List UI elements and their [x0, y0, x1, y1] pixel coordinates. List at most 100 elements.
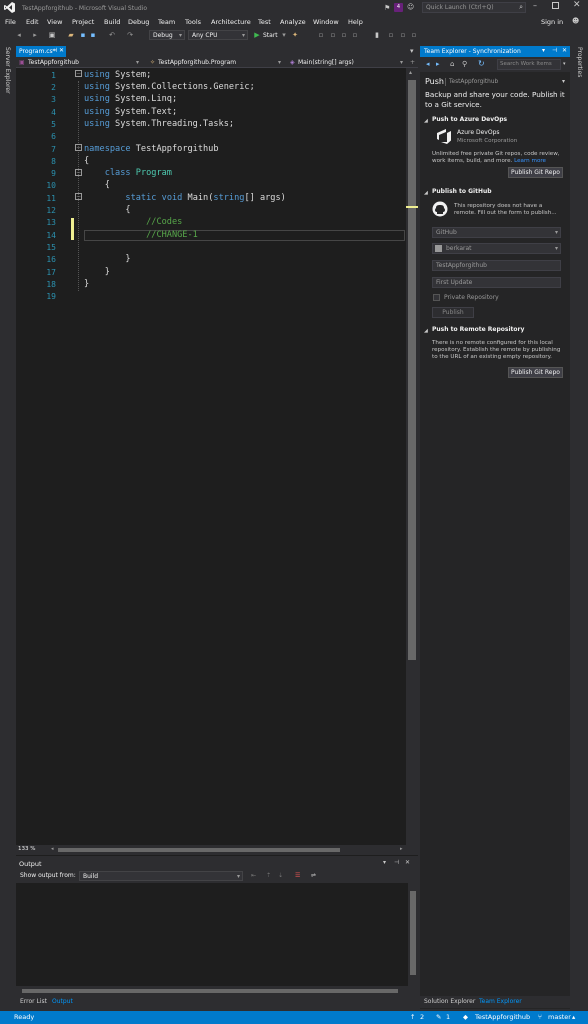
menu-window[interactable]: Window	[313, 18, 339, 26]
expand-section-icon[interactable]: ◢	[424, 328, 428, 334]
github-user-dropdown[interactable]: berkarat ▾	[432, 243, 561, 254]
undo-icon[interactable]: ↶	[108, 31, 116, 39]
minimize-button[interactable]: –	[533, 1, 537, 10]
platform-dropdown[interactable]: Any CPU ▾	[188, 30, 248, 40]
maximize-button[interactable]	[552, 2, 559, 9]
refresh-icon[interactable]: ↻	[478, 59, 485, 68]
panel-dropdown-icon[interactable]: ▾	[542, 47, 545, 54]
bookmark-icon[interactable]: ▮	[373, 31, 381, 39]
word-wrap-icon[interactable]: ⇌	[311, 872, 316, 879]
prev-message-icon[interactable]: ⇡	[266, 872, 271, 879]
toolbar-icon-1[interactable]: ▫	[317, 31, 325, 39]
menu-test[interactable]: Test	[258, 18, 271, 26]
back-icon[interactable]: ◂	[426, 60, 430, 68]
user-icon[interactable]: ☻	[572, 17, 579, 25]
close-panel-icon[interactable]: ✕	[562, 47, 567, 54]
tab-solution-explorer[interactable]: Solution Explorer	[424, 998, 475, 1005]
toolbar-icon-2[interactable]: ▫	[329, 31, 337, 39]
push-arrow-icon[interactable]: ↑	[410, 1013, 415, 1021]
menu-team[interactable]: Team	[158, 18, 175, 26]
collapse-icon[interactable]: −	[75, 193, 82, 200]
changes-count[interactable]: 1	[446, 1013, 450, 1021]
menu-debug[interactable]: Debug	[128, 18, 149, 26]
save-icon[interactable]: ▪	[79, 31, 87, 39]
expand-section-icon[interactable]: ◢	[424, 190, 428, 196]
repo-icon[interactable]: ◆	[463, 1013, 468, 1021]
notification-badge[interactable]: 4	[394, 3, 403, 12]
collapse-icon[interactable]: −	[75, 70, 82, 77]
output-vertical-scrollbar[interactable]	[408, 883, 418, 986]
description-field[interactable]: First Update	[432, 277, 561, 288]
output-source-dropdown[interactable]: Build ▾	[79, 871, 243, 881]
browser-link-icon[interactable]: ✦	[291, 31, 299, 39]
pencil-icon[interactable]: ✎	[436, 1013, 441, 1021]
toolbar-icon-6[interactable]: ▫	[399, 31, 407, 39]
menu-project[interactable]: Project	[72, 18, 94, 26]
close-tab-icon[interactable]: ✕	[59, 47, 64, 54]
open-file-icon[interactable]: ▰	[67, 31, 75, 39]
collapse-icon[interactable]: −	[75, 169, 82, 176]
pin-icon[interactable]: ⊣	[394, 859, 399, 866]
quick-launch-input[interactable]: Quick Launch (Ctrl+Q) ⌕	[422, 2, 526, 13]
collapse-icon[interactable]: −	[75, 144, 82, 151]
forward-icon[interactable]: ▸	[31, 31, 39, 39]
menu-file[interactable]: File	[5, 18, 16, 26]
editor-vertical-scrollbar[interactable]	[406, 68, 418, 846]
pin-icon[interactable]: ⊣	[552, 47, 557, 54]
scrollbar-thumb[interactable]	[22, 989, 398, 993]
menu-tools[interactable]: Tools	[185, 18, 201, 26]
clear-all-icon[interactable]: ☰	[295, 872, 300, 879]
menu-build[interactable]: Build	[104, 18, 120, 26]
branch-dropdown-icon[interactable]: ▴	[572, 1013, 575, 1021]
github-publish-button[interactable]: Publish	[432, 307, 474, 318]
remote-publish-button[interactable]: Publish Git Repo	[508, 367, 563, 378]
scrollbar-thumb[interactable]	[408, 80, 416, 660]
zoom-level-dropdown[interactable]: 133 %	[18, 846, 46, 854]
azure-publish-button[interactable]: Publish Git Repo	[508, 167, 563, 178]
search-work-items-input[interactable]: Search Work Items	[497, 59, 561, 70]
github-section-title[interactable]: Publish to GitHub	[432, 188, 492, 195]
private-repository-checkbox[interactable]	[433, 294, 440, 301]
status-repo[interactable]: TestAppforgithub	[475, 1013, 530, 1021]
nav-project-dropdown[interactable]: TestAppforgithub	[28, 59, 79, 66]
home-icon[interactable]: ⌂	[450, 60, 454, 68]
redo-icon[interactable]: ↷	[126, 31, 134, 39]
unpushed-count[interactable]: 2	[420, 1013, 424, 1021]
sign-in-link[interactable]: Sign in	[541, 18, 563, 26]
output-horizontal-scrollbar[interactable]	[16, 986, 408, 996]
toolbar-icon-7[interactable]: ▫	[410, 31, 418, 39]
back-icon[interactable]: ◂	[15, 31, 23, 39]
server-explorer-tab[interactable]: Server Explorer	[4, 47, 11, 94]
scroll-right-icon[interactable]: ▸	[400, 846, 403, 852]
tab-program-cs[interactable]: Program.cs* ⊣ ✕	[16, 46, 66, 57]
close-panel-icon[interactable]: ✕	[405, 859, 410, 866]
toolbar-icon-3[interactable]: ▫	[340, 31, 348, 39]
toolbar-icon-4[interactable]: ▫	[351, 31, 359, 39]
repository-name-field[interactable]: TestAppforgithub	[432, 260, 561, 271]
menu-analyze[interactable]: Analyze	[280, 18, 306, 26]
tab-output[interactable]: Output	[52, 998, 73, 1005]
connect-icon[interactable]: ⚲	[462, 60, 467, 68]
start-icon[interactable]: ▶	[253, 31, 261, 39]
menu-edit[interactable]: Edit	[26, 18, 39, 26]
menu-view[interactable]: View	[47, 18, 62, 26]
expand-section-icon[interactable]: ◢	[424, 118, 428, 124]
tab-team-explorer[interactable]: Team Explorer	[479, 998, 522, 1005]
status-branch[interactable]: master	[548, 1013, 571, 1021]
split-icon[interactable]: +	[410, 59, 415, 66]
tab-overflow-icon[interactable]: ▾	[410, 47, 414, 55]
nav-class-dropdown[interactable]: TestAppforgithub.Program	[158, 59, 236, 66]
header-dropdown-icon[interactable]: ▾	[562, 78, 565, 85]
output-text-area[interactable]	[16, 883, 408, 986]
menu-help[interactable]: Help	[348, 18, 363, 26]
nav-member-dropdown[interactable]: Main(string[] args)	[298, 59, 354, 66]
search-dropdown-icon[interactable]: ▾	[563, 61, 566, 67]
start-dropdown-icon[interactable]: ▾	[280, 31, 288, 39]
save-all-icon[interactable]: ▪	[89, 31, 97, 39]
toolbar-icon-5[interactable]: ▫	[387, 31, 395, 39]
code-editor[interactable]	[16, 46, 418, 856]
feedback-icon[interactable]: ☺	[407, 3, 414, 11]
scroll-left-icon[interactable]: ◂	[51, 846, 54, 852]
next-message-icon[interactable]: ⇣	[278, 872, 283, 879]
remote-section-title[interactable]: Push to Remote Repository	[432, 326, 524, 333]
